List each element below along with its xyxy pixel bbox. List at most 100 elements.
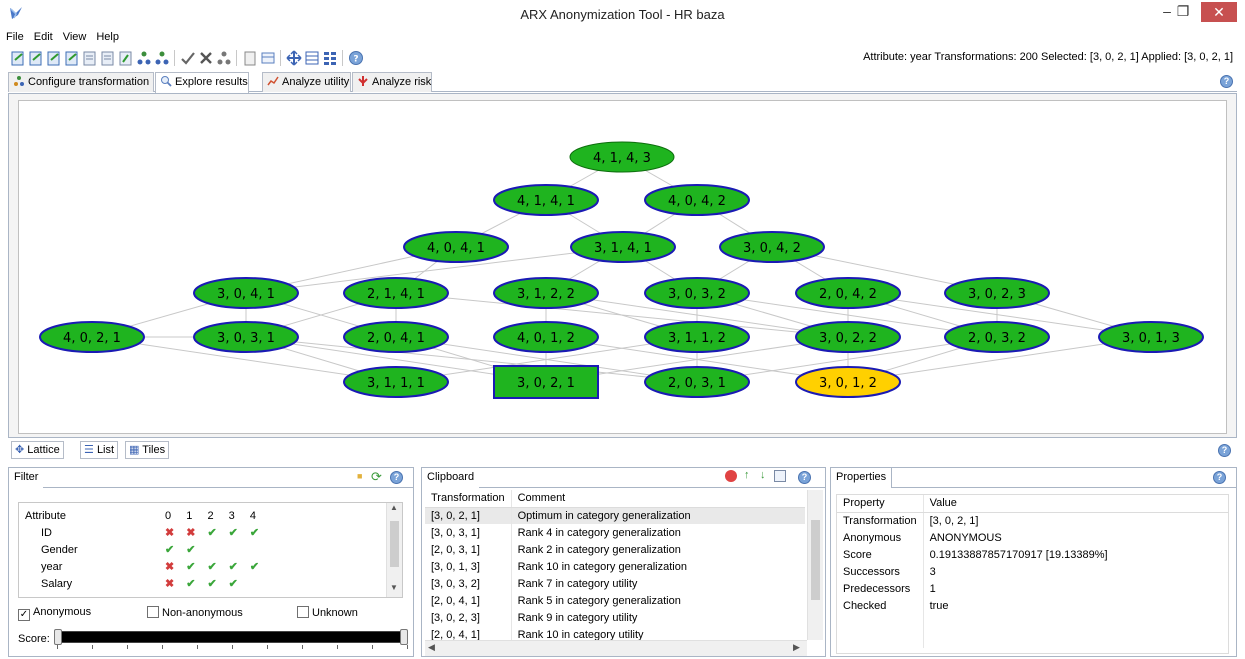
cross-icon[interactable]: ✖: [180, 524, 201, 541]
lattice-node[interactable]: 3, 1, 1, 1: [343, 366, 449, 398]
help-icon[interactable]: ?: [348, 50, 364, 66]
save-project-icon[interactable]: [46, 50, 62, 66]
import-hierarchy-icon[interactable]: [118, 50, 134, 66]
lattice-node[interactable]: 2, 0, 3, 2: [944, 321, 1050, 353]
reset-cross-icon[interactable]: [198, 50, 214, 66]
menu-view[interactable]: View: [58, 28, 92, 46]
lattice-node[interactable]: 3, 0, 4, 1: [193, 277, 299, 309]
lattice-node[interactable]: 3, 0, 2, 3: [944, 277, 1050, 309]
view-tab-tiles[interactable]: ▦ Tiles: [125, 441, 170, 459]
tab-configure-transformation[interactable]: Configure transformation: [8, 72, 154, 92]
tab-analyze-utility[interactable]: Analyze utility: [262, 72, 351, 92]
check-icon[interactable]: ✔: [180, 541, 201, 558]
clipboard-row[interactable]: [2, 0, 3, 1] Rank 2 in category generaliz…: [425, 541, 805, 558]
move-up-icon[interactable]: ↑: [744, 469, 750, 481]
open-project-icon[interactable]: [28, 50, 44, 66]
restore-button[interactable]: ❐: [1170, 0, 1196, 22]
lattice-node[interactable]: 3, 0, 3, 2: [644, 277, 750, 309]
lattice-node[interactable]: 3, 0, 1, 3: [1098, 321, 1204, 353]
lattice-node[interactable]: 3, 0, 2, 2: [795, 321, 901, 353]
anonymize-check-icon[interactable]: [180, 50, 196, 66]
menu-edit[interactable]: Edit: [29, 28, 58, 46]
properties-help-icon[interactable]: ?: [1213, 471, 1226, 484]
lattice-node[interactable]: 3, 1, 2, 2: [493, 277, 599, 309]
filter-help-icon[interactable]: ?: [390, 471, 403, 484]
lattice-node[interactable]: 4, 0, 4, 1: [403, 231, 509, 263]
lattice-node[interactable]: 3, 0, 4, 2: [719, 231, 825, 263]
export-data-icon[interactable]: [100, 50, 116, 66]
lattice-node[interactable]: 3, 1, 1, 2: [644, 321, 750, 353]
list-view-icon[interactable]: [304, 50, 320, 66]
table-view-icon[interactable]: [260, 50, 276, 66]
clipboard-vscrollbar[interactable]: [807, 490, 823, 640]
filter-reset-icon[interactable]: ⟳: [371, 469, 382, 485]
clipboard-help-icon[interactable]: ?: [798, 471, 811, 484]
score-range-slider[interactable]: [54, 629, 408, 645]
hierarchy-icon[interactable]: [136, 50, 152, 66]
view-tab-lattice[interactable]: ✥ Lattice: [11, 441, 64, 459]
filter-scroll-thumb[interactable]: [390, 521, 399, 567]
report-icon[interactable]: [242, 50, 258, 66]
filter-scrollbar[interactable]: ▲ ▼: [386, 503, 402, 597]
save-as-icon[interactable]: [64, 50, 80, 66]
clipboard-row[interactable]: [3, 0, 1, 3] Rank 10 in category generali…: [425, 558, 805, 575]
check-icon[interactable]: ✔: [180, 575, 201, 592]
tab-explore-results[interactable]: Explore results: [155, 72, 249, 93]
move-down-icon[interactable]: ↓: [760, 469, 766, 481]
hierarchy-wizard-icon[interactable]: [154, 50, 170, 66]
lattice-node[interactable]: 4, 1, 4, 3: [569, 141, 675, 173]
lattice-node[interactable]: 2, 0, 4, 1: [343, 321, 449, 353]
check-icon[interactable]: ✔: [223, 524, 244, 541]
transformation-icon[interactable]: [216, 50, 232, 66]
check-icon[interactable]: ✔: [180, 558, 201, 575]
import-data-icon[interactable]: [82, 50, 98, 66]
lattice-node[interactable]: 4, 0, 4, 2: [644, 184, 750, 216]
check-icon[interactable]: ✔: [201, 575, 222, 592]
tabs-help-icon[interactable]: ?: [1220, 75, 1233, 88]
tab-analyze-risk[interactable]: Analyze risk: [352, 72, 432, 92]
lattice-node[interactable]: 2, 0, 4, 2: [795, 277, 901, 309]
clipboard-row[interactable]: [3, 0, 2, 3] Rank 9 in category utility: [425, 609, 805, 626]
lattice-node[interactable]: 2, 1, 4, 1: [343, 277, 449, 309]
view-tab-list[interactable]: ☰ List: [80, 441, 119, 459]
cross-icon[interactable]: ✖: [159, 575, 180, 592]
lattice-graph[interactable]: 4, 1, 4, 3 4, 1, 4, 1 4, 0, 4, 2 4, 0, 4, 1…: [19, 101, 1228, 435]
lattice-node[interactable]: 4, 0, 1, 2: [493, 321, 599, 353]
lattice-node[interactable]: 2, 0, 3, 1: [644, 366, 750, 398]
lattice-node-applied[interactable]: 3, 0, 1, 2: [795, 366, 901, 398]
lattice-node[interactable]: 3, 0, 3, 1: [193, 321, 299, 353]
score-min-handle[interactable]: [54, 629, 62, 645]
close-button[interactable]: ✕: [1201, 2, 1237, 22]
lattice-canvas[interactable]: 4, 1, 4, 3 4, 1, 4, 1 4, 0, 4, 2 4, 0, 4, 1…: [18, 100, 1227, 434]
cross-icon[interactable]: ✖: [159, 524, 180, 541]
lattice-node[interactable]: 4, 0, 2, 1: [39, 321, 145, 353]
lattice-move-icon[interactable]: [286, 50, 302, 66]
menu-help[interactable]: Help: [91, 28, 124, 46]
clipboard-sort-icon[interactable]: [774, 470, 786, 482]
filter-default-icon[interactable]: ■: [357, 471, 362, 481]
scroll-left-icon[interactable]: ◀: [428, 642, 435, 653]
score-max-handle[interactable]: [400, 629, 408, 645]
lattice-node[interactable]: 3, 1, 4, 1: [570, 231, 676, 263]
view-help-icon[interactable]: ?: [1218, 444, 1231, 457]
new-project-icon[interactable]: [10, 50, 26, 66]
cross-icon[interactable]: ✖: [159, 558, 180, 575]
clipboard-vscroll-thumb[interactable]: [811, 520, 820, 600]
check-icon[interactable]: ✔: [244, 558, 265, 575]
scroll-up-icon[interactable]: ▲: [390, 503, 398, 512]
clipboard-row[interactable]: [3, 0, 3, 2] Rank 7 in category utility: [425, 575, 805, 592]
scroll-down-icon[interactable]: ▼: [390, 583, 398, 592]
anonymous-checkbox[interactable]: ✓ Anonymous: [18, 606, 91, 621]
check-icon[interactable]: ✔: [201, 524, 222, 541]
clipboard-row[interactable]: [3, 0, 3, 1] Rank 4 in category generaliz…: [425, 524, 805, 541]
check-icon[interactable]: ✔: [201, 558, 222, 575]
tiles-view-icon[interactable]: [322, 50, 338, 66]
check-icon[interactable]: ✔: [159, 541, 180, 558]
lattice-node-selected[interactable]: 3, 0, 2, 1: [493, 365, 599, 399]
check-icon[interactable]: ✔: [244, 524, 265, 541]
clipboard-hscrollbar[interactable]: ◀ ▶: [425, 640, 807, 656]
lattice-node[interactable]: 4, 1, 4, 1: [493, 184, 599, 216]
check-icon[interactable]: ✔: [223, 558, 244, 575]
clipboard-row[interactable]: [3, 0, 2, 1] Optimum in category generali…: [425, 507, 805, 524]
non-anonymous-checkbox[interactable]: Non-anonymous: [147, 606, 243, 619]
